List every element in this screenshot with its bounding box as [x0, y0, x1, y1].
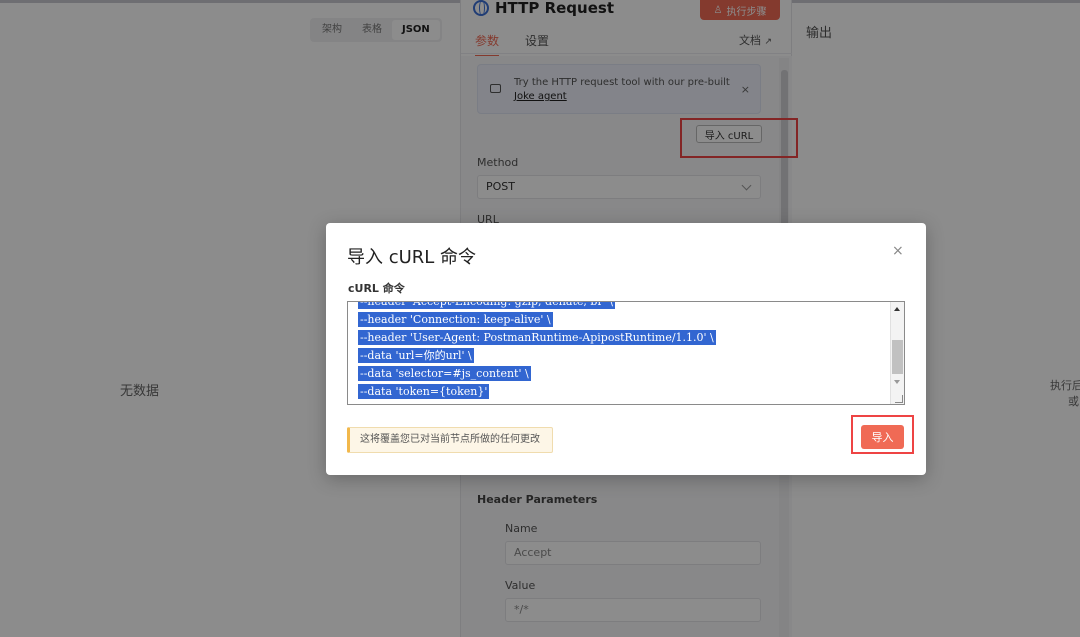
import-curl-dialog: 导入 cURL 命令 × cURL 命令 --header 'Accept-En…: [326, 223, 926, 475]
code-line-text: --data 'selector=#js_content' \: [358, 366, 531, 381]
scroll-up-icon[interactable]: [894, 307, 900, 311]
textarea-scroll-thumb[interactable]: [892, 340, 903, 374]
code-line-text: --header 'Connection: keep-alive' \: [358, 312, 553, 327]
curl-textarea[interactable]: --header 'Accept-Encoding: gzip, deflate…: [347, 301, 905, 405]
code-line: --data 'url=你的url' \: [358, 347, 716, 365]
code-line: --data 'selector=#js_content' \: [358, 365, 716, 383]
code-line: --header 'User-Agent: PostmanRuntime-Api…: [358, 329, 716, 347]
resize-handle-icon[interactable]: [895, 395, 903, 403]
code-line-text: --header 'User-Agent: PostmanRuntime-Api…: [358, 330, 716, 345]
code-line-text: --data 'token={token}': [358, 384, 490, 399]
close-icon[interactable]: ×: [892, 243, 904, 259]
textarea-scrollbar[interactable]: [890, 302, 904, 404]
code-line: --data 'token={token}': [358, 383, 716, 401]
code-line-text: --data 'url=你的url' \: [358, 348, 474, 363]
overwrite-warning: 这将覆盖您已对当前节点所做的任何更改: [347, 427, 553, 453]
curl-field-label: cURL 命令: [348, 282, 405, 295]
dialog-title: 导入 cURL 命令: [347, 247, 477, 268]
curl-code-lines: --header 'Accept-Encoding: gzip, deflate…: [358, 302, 716, 401]
code-line: --header 'Connection: keep-alive' \: [358, 311, 716, 329]
import-button[interactable]: 导入: [861, 425, 904, 449]
code-line: --header 'Accept-Encoding: gzip, deflate…: [358, 302, 716, 311]
scroll-down-icon[interactable]: [894, 380, 900, 384]
code-line-text: --header 'Accept-Encoding: gzip, deflate…: [358, 302, 615, 309]
